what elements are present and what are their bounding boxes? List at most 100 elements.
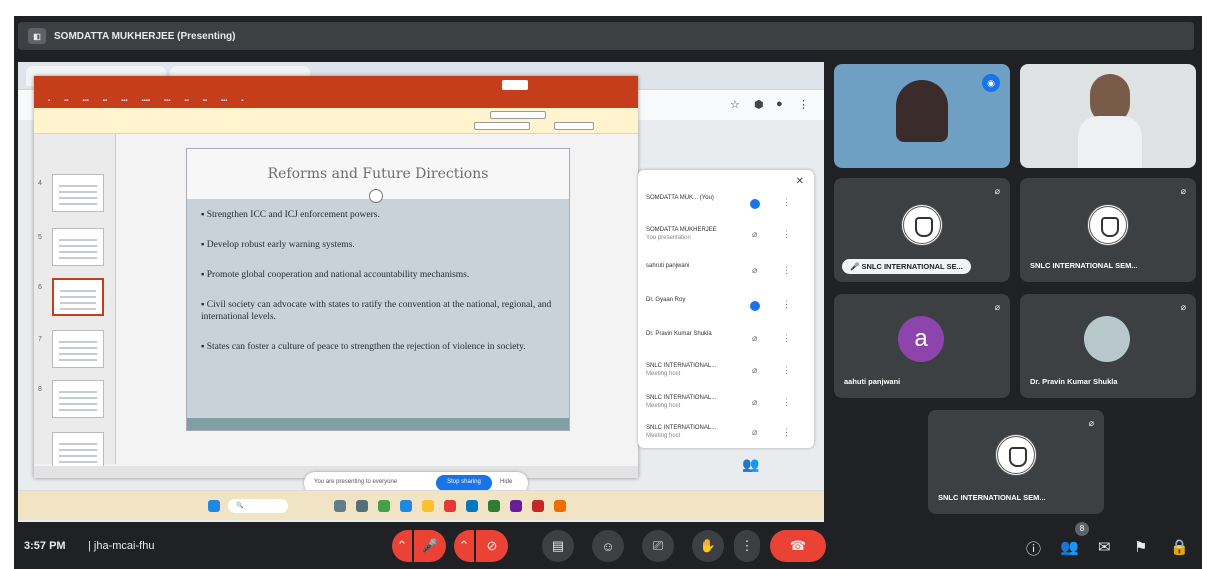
people-icon[interactable]: 👥 <box>1060 538 1079 556</box>
mic-off-icon: ⌀ <box>752 265 758 275</box>
participant-name: Dr. Pravin Kumar Shukla <box>1030 377 1118 386</box>
slide-thumbnail[interactable] <box>52 432 104 470</box>
powerpoint-window[interactable]: ▪ ▪▪ ▪▪▪ ▪▪ ▪▪▪ ▪▪▪▪ ▪▪▪ ▪▪ ▪▪ ▪▪▪ ▪ 4 5 6 7 8 <box>34 76 638 478</box>
raise-hand-button[interactable]: ✋ <box>692 530 724 562</box>
mic-off-icon: ⌀ <box>1088 418 1094 428</box>
more-icon: ⋮ <box>782 333 791 343</box>
participant-tile[interactable]: ⌀ 🎤 SNLC INTERNATIONAL SE... <box>834 178 1010 282</box>
app-icon[interactable] <box>532 500 544 512</box>
emoji-button[interactable]: ☺ <box>592 530 624 562</box>
app-icon[interactable] <box>488 500 500 512</box>
camera-toggle-button[interactable]: ⊘ <box>476 530 508 562</box>
app-icon[interactable] <box>510 500 522 512</box>
mic-toggle-button[interactable]: 🎤 <box>414 530 446 562</box>
slide-thumbnail[interactable] <box>52 174 104 212</box>
slide-thumbnail[interactable] <box>52 228 104 266</box>
slide-bullet: ▪ Strengthen ICC and ICJ enforcement pow… <box>201 210 380 220</box>
avatar <box>1084 316 1130 362</box>
participant-row[interactable]: Dr. Gyaan Roy ⋮ <box>646 296 806 322</box>
app-icon[interactable] <box>422 500 434 512</box>
participant-tile[interactable] <box>1020 64 1196 168</box>
slide-thumbnails: 4 5 6 7 8 <box>34 134 116 470</box>
mic-options-button[interactable]: ⌃ <box>392 530 412 562</box>
close-icon[interactable]: ✕ <box>796 176 804 187</box>
participant-row[interactable]: Dr. Pravin Kumar Shukla ⌀ ⋮ <box>646 330 806 356</box>
banner-button[interactable] <box>554 122 594 130</box>
sign-in-button[interactable] <box>502 80 528 90</box>
start-icon[interactable] <box>208 500 220 512</box>
more-icon: ⋮ <box>782 197 791 207</box>
app-icon[interactable] <box>334 500 346 512</box>
participant-name: 🎤 SNLC INTERNATIONAL SE... <box>842 259 971 274</box>
more-options-button[interactable]: ⋮ <box>734 530 760 562</box>
participant-name: SNLC INTERNATIONAL SEM... <box>938 493 1046 502</box>
snlc-logo <box>995 434 1037 476</box>
participant-row[interactable]: SOMDATTA MUK... (You) ⋮ <box>646 194 806 220</box>
taskbar-search[interactable]: 🔍 <box>228 499 288 513</box>
participant-tile-speaking[interactable]: ◉ <box>834 64 1010 168</box>
chat-icon[interactable]: ✎ <box>773 456 785 476</box>
mic-off-icon: ⌀ <box>752 333 758 343</box>
speaking-icon <box>750 301 760 311</box>
profile-icon[interactable]: ● <box>776 98 783 110</box>
banner-button[interactable] <box>490 111 546 119</box>
present-button[interactable]: ⎚ <box>642 530 674 562</box>
banner-button[interactable] <box>474 122 530 130</box>
more-icon: ⋮ <box>782 229 791 239</box>
mic-off-icon: ⌀ <box>994 186 1000 196</box>
presenter-title: SOMDATTA MUKHERJEE (Presenting) <box>54 30 236 42</box>
participant-row[interactable]: SNLC INTERNATIONAL... Meeting host ⌀ ⋮ <box>646 362 806 388</box>
mic-off-icon: ⌀ <box>1180 186 1186 196</box>
info-icon[interactable]: ⓘ <box>1026 538 1041 559</box>
app-icon[interactable] <box>466 500 478 512</box>
mic-off-icon: ⌀ <box>752 365 758 375</box>
star-icon[interactable]: ☆ <box>730 98 740 111</box>
participant-tile[interactable]: ⌀ SNLC INTERNATIONAL SEM... <box>928 410 1104 514</box>
app-icon[interactable] <box>554 500 566 512</box>
participant-row[interactable]: SNLC INTERNATIONAL... Meeting host ⌀ ⋮ <box>646 394 806 420</box>
mic-off-icon: ⌀ <box>752 229 758 239</box>
participant-row[interactable]: sahruti panjwani ⌀ ⋮ <box>646 262 806 288</box>
participant-row[interactable]: SOMDATTA MUKHERJEE You presentation ⌀ ⋮ <box>646 226 806 252</box>
meeting-code: | jha-mcai-fhu <box>88 540 155 552</box>
participant-tile[interactable]: ⌀ Dr. Pravin Kumar Shukla <box>1020 294 1196 398</box>
slide-bullet: ▪ Promote global cooperation and nationa… <box>201 270 470 280</box>
end-call-button[interactable]: ☎ <box>770 530 826 562</box>
slide-thumbnail[interactable] <box>52 330 104 368</box>
stop-sharing-button[interactable]: Stop sharing <box>436 475 492 491</box>
avatar: a <box>898 316 944 362</box>
activities-icon[interactable]: ⚑ <box>1134 538 1147 556</box>
camera-options-button[interactable]: ⌃ <box>454 530 474 562</box>
activities-icon[interactable]: ▲ <box>799 456 813 476</box>
app-icon[interactable] <box>378 500 390 512</box>
more-icon: ⋮ <box>782 265 791 275</box>
app-icon[interactable] <box>356 500 368 512</box>
participants-panel: ✕ SOMDATTA MUK... (You) ⋮ SOMDATTA MUKHER… <box>638 170 814 448</box>
captions-button[interactable]: ▤ <box>542 530 574 562</box>
slide-thumbnail-selected[interactable] <box>52 278 104 316</box>
chat-icon[interactable]: ✉ <box>1098 538 1111 556</box>
app-icon[interactable] <box>400 500 412 512</box>
app-icon[interactable] <box>444 500 456 512</box>
extensions-icon[interactable]: ⬢ <box>754 98 764 111</box>
more-icon: ⋮ <box>782 299 791 309</box>
meet-window: ◧ SOMDATTA MUKHERJEE (Presenting) ☆ ⬢ ● … <box>14 16 1202 569</box>
participant-tile[interactable]: ⌀ a aahuti panjwani <box>834 294 1010 398</box>
hide-button[interactable]: Hide <box>500 479 512 485</box>
ppt-ribbon-tabs[interactable]: ▪ ▪▪ ▪▪▪ ▪▪ ▪▪▪ ▪▪▪▪ ▪▪▪ ▪▪ ▪▪ ▪▪▪ ▪ <box>34 94 638 108</box>
shared-screen[interactable]: ☆ ⬢ ● ⋮ ▪ ▪▪ ▪▪▪ ▪▪ ▪▪▪ ▪▪▪▪ ▪▪▪ ▪▪ ▪▪ ▪▪▪ ▪ 4 5 6 <box>18 62 824 522</box>
participant-video <box>896 80 948 142</box>
slide-thumbnail[interactable] <box>52 380 104 418</box>
menu-icon[interactable]: ⋮ <box>798 98 809 111</box>
speaking-icon: ◉ <box>982 74 1000 92</box>
slide-bullets: ▪ Strengthen ICC and ICJ enforcement pow… <box>187 199 569 381</box>
mic-off-icon: ⌀ <box>1180 302 1186 312</box>
presenter-bar: ◧ SOMDATTA MUKHERJEE (Presenting) <box>18 22 1194 50</box>
mic-off-icon: ⌀ <box>752 427 758 437</box>
people-icon[interactable]: 👥 <box>742 456 759 476</box>
participant-tile[interactable]: ⌀ SNLC INTERNATIONAL SEM... <box>1020 178 1196 282</box>
info-icon[interactable]: ⓘ <box>714 456 728 476</box>
participant-row[interactable]: SNLC INTERNATIONAL... Meeting host ⌀ ⋮ <box>646 424 806 450</box>
cursor-ring <box>369 189 383 203</box>
lock-icon[interactable]: 🔒 <box>1170 538 1189 556</box>
